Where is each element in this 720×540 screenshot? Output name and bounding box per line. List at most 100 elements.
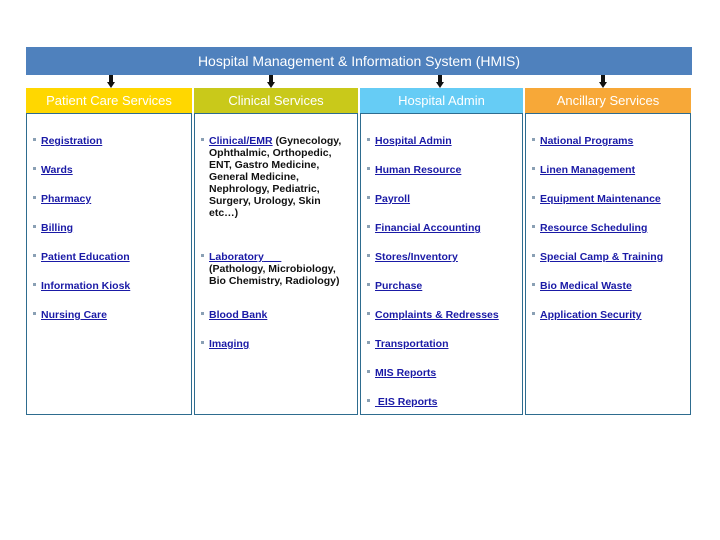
bullet-icon bbox=[33, 311, 36, 315]
bullet-icon bbox=[201, 137, 204, 141]
list-item: EIS Reports bbox=[367, 396, 437, 408]
link-stores-inventory[interactable]: Stores/Inventory bbox=[375, 251, 458, 263]
list-item: Registration bbox=[33, 135, 102, 147]
down-arrow-icon bbox=[107, 75, 115, 88]
list-item: Payroll bbox=[367, 193, 410, 205]
list-item: Human Resource bbox=[367, 164, 461, 176]
link-hospital-admin[interactable]: Hospital Admin bbox=[375, 135, 452, 147]
down-arrow-icon bbox=[436, 75, 444, 88]
link-laboratory[interactable]: Laboratory bbox=[209, 251, 281, 263]
bullet-icon bbox=[532, 224, 535, 228]
list-item: Equipment Maintenance bbox=[532, 193, 661, 205]
list-item: Patient Education bbox=[33, 251, 130, 263]
list-item: Information Kiosk bbox=[33, 280, 130, 292]
link-special-camp-training[interactable]: Special Camp & Training bbox=[540, 251, 663, 263]
bullet-icon bbox=[367, 398, 370, 402]
column-header-ancillary: Ancillary Services bbox=[525, 88, 691, 114]
link-resource-scheduling[interactable]: Resource Scheduling bbox=[540, 222, 647, 234]
bullet-icon bbox=[201, 253, 204, 257]
list-item: Special Camp & Training bbox=[532, 251, 663, 263]
list-item: Pharmacy bbox=[33, 193, 91, 205]
link-clinical-emr[interactable]: Clinical/EMR bbox=[209, 135, 273, 147]
bullet-icon bbox=[367, 311, 370, 315]
list-item: Clinical/EMR (Gynecology, Ophthalmic, Ort… bbox=[201, 135, 351, 219]
list-item: Purchase bbox=[367, 280, 422, 292]
link-eis-reports[interactable]: EIS Reports bbox=[375, 396, 438, 408]
link-application-security[interactable]: Application Security bbox=[540, 309, 642, 321]
bullet-icon bbox=[201, 311, 204, 315]
link-blood-bank[interactable]: Blood Bank bbox=[209, 309, 267, 321]
list-item: Wards bbox=[33, 164, 73, 176]
list-item: Stores/Inventory bbox=[367, 251, 458, 263]
column-header-hospital-admin: Hospital Admin bbox=[360, 88, 523, 114]
link-financial-accounting[interactable]: Financial Accounting bbox=[375, 222, 481, 234]
list-item: Resource Scheduling bbox=[532, 222, 647, 234]
list-item: Transportation bbox=[367, 338, 449, 350]
bullet-icon bbox=[367, 369, 370, 373]
bullet-icon bbox=[532, 311, 535, 315]
bullet-icon bbox=[532, 195, 535, 199]
column-ancillary: Ancillary Services National Programs Lin… bbox=[525, 88, 691, 415]
hmis-title-bar: Hospital Management & Information System… bbox=[26, 47, 692, 75]
link-wards[interactable]: Wards bbox=[41, 164, 73, 176]
bullet-icon bbox=[33, 224, 36, 228]
list-item: Imaging bbox=[201, 338, 249, 350]
column-hospital-admin: Hospital Admin Hospital Admin Human Reso… bbox=[360, 88, 523, 415]
bullet-icon bbox=[33, 137, 36, 141]
column-header-clinical: Clinical Services bbox=[194, 88, 358, 114]
list-item: Financial Accounting bbox=[367, 222, 481, 234]
down-arrow-icon bbox=[267, 75, 275, 88]
bullet-icon bbox=[33, 195, 36, 199]
column-patient-care: Patient Care Services Registration Wards… bbox=[26, 88, 192, 415]
link-information-kiosk[interactable]: Information Kiosk bbox=[41, 280, 130, 292]
link-pharmacy[interactable]: Pharmacy bbox=[41, 193, 91, 205]
link-billing[interactable]: Billing bbox=[41, 222, 73, 234]
bullet-icon bbox=[532, 166, 535, 170]
list-item: Complaints & Redresses bbox=[367, 309, 499, 321]
link-human-resource[interactable]: Human Resource bbox=[375, 164, 461, 176]
bullet-icon bbox=[367, 340, 370, 344]
hmis-title: Hospital Management & Information System… bbox=[197, 53, 521, 69]
link-transportation[interactable]: Transportation bbox=[375, 338, 449, 350]
link-imaging[interactable]: Imaging bbox=[209, 338, 249, 350]
laboratory-desc: (Pathology, Microbiology, Bio Chemistry,… bbox=[209, 263, 340, 287]
link-registration[interactable]: Registration bbox=[41, 135, 102, 147]
bullet-icon bbox=[33, 166, 36, 170]
list-item: Billing bbox=[33, 222, 73, 234]
link-complaints-redresses[interactable]: Complaints & Redresses bbox=[375, 309, 499, 321]
link-mis-reports[interactable]: MIS Reports bbox=[375, 367, 436, 379]
list-item: Laboratory (Pathology, Microbiology, Bio… bbox=[201, 251, 351, 287]
bullet-icon bbox=[367, 253, 370, 257]
bullet-icon bbox=[532, 282, 535, 286]
bullet-icon bbox=[367, 224, 370, 228]
list-item: Application Security bbox=[532, 309, 642, 321]
bullet-icon bbox=[367, 166, 370, 170]
list-item: Nursing Care bbox=[33, 309, 107, 321]
link-patient-education[interactable]: Patient Education bbox=[41, 251, 130, 263]
link-purchase[interactable]: Purchase bbox=[375, 280, 422, 292]
bullet-icon bbox=[367, 282, 370, 286]
bullet-icon bbox=[201, 340, 204, 344]
list-item: Blood Bank bbox=[201, 309, 267, 321]
list-item: Hospital Admin bbox=[367, 135, 452, 147]
list-item: MIS Reports bbox=[367, 367, 436, 379]
link-bio-medical-waste[interactable]: Bio Medical Waste bbox=[540, 280, 632, 292]
list-item: Linen Management bbox=[532, 164, 635, 176]
bullet-icon bbox=[33, 282, 36, 286]
down-arrow-icon bbox=[599, 75, 607, 88]
list-item: Bio Medical Waste bbox=[532, 280, 632, 292]
bullet-icon bbox=[532, 253, 535, 257]
bullet-icon bbox=[33, 253, 36, 257]
bullet-icon bbox=[532, 137, 535, 141]
clinical-emr-desc: (Gynecology, bbox=[272, 135, 342, 147]
list-item: National Programs bbox=[532, 135, 633, 147]
link-nursing-care[interactable]: Nursing Care bbox=[41, 309, 107, 321]
bullet-icon bbox=[367, 195, 370, 199]
column-header-patient-care: Patient Care Services bbox=[26, 88, 192, 114]
link-national-programs[interactable]: National Programs bbox=[540, 135, 633, 147]
bullet-icon bbox=[367, 137, 370, 141]
link-payroll[interactable]: Payroll bbox=[375, 193, 410, 205]
link-linen-management[interactable]: Linen Management bbox=[540, 164, 635, 176]
clinical-emr-desc-cont: Ophthalmic, Orthopedic, ENT, Gastro Medi… bbox=[209, 147, 332, 219]
link-equipment-maintenance[interactable]: Equipment Maintenance bbox=[540, 193, 661, 205]
